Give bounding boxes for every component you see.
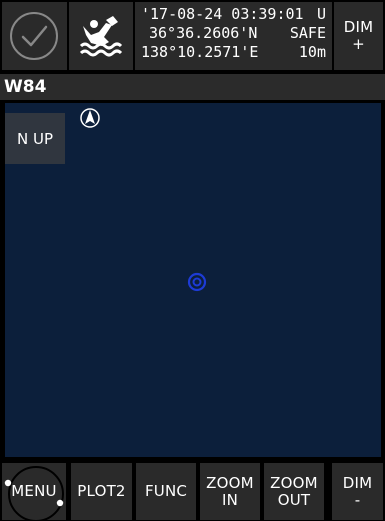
man-overboard-icon bbox=[79, 16, 123, 57]
longitude-text: 138°10.2571'E bbox=[141, 43, 259, 61]
orientation-label: N UP bbox=[16, 129, 53, 148]
dim-minus-button[interactable]: DIM - bbox=[332, 463, 383, 520]
menu-button[interactable]: MENU bbox=[2, 463, 66, 520]
confirm-button[interactable] bbox=[2, 2, 67, 70]
zoom-in-label: ZOOM bbox=[206, 473, 254, 492]
orientation-button[interactable]: N UP bbox=[5, 113, 65, 164]
dim-minus-sign: - bbox=[354, 490, 361, 509]
dim-minus-label: DIM bbox=[342, 473, 373, 492]
plot2-button[interactable]: PLOT2 bbox=[71, 463, 132, 520]
dim-plus-sign: + bbox=[352, 35, 365, 53]
station-label: W84 bbox=[4, 77, 47, 97]
zoom-in-sublabel: IN bbox=[221, 490, 239, 509]
own-position-marker-icon bbox=[187, 272, 207, 292]
plot2-label: PLOT2 bbox=[77, 482, 126, 500]
func-label: FUNC bbox=[144, 482, 188, 500]
gps-status-panel: '17-08-24 03:39:01 U 36°36.2606'N SAFE 1… bbox=[135, 2, 332, 70]
zoom-out-sublabel: OUT bbox=[277, 490, 311, 509]
latitude-text: 36°36.2606'N bbox=[149, 24, 258, 42]
map-area[interactable]: N UP bbox=[5, 103, 381, 457]
zoom-in-button[interactable]: ZOOM IN bbox=[200, 463, 260, 520]
man-overboard-button[interactable] bbox=[69, 2, 133, 70]
top-bar: '17-08-24 03:39:01 U 36°36.2606'N SAFE 1… bbox=[0, 0, 385, 72]
dim-plus-button[interactable]: DIM + bbox=[334, 2, 383, 70]
func-button[interactable]: FUNC bbox=[136, 463, 196, 520]
zoom-out-button[interactable]: ZOOM OUT bbox=[264, 463, 324, 520]
checkmark-circle-icon bbox=[10, 12, 58, 60]
safety-status: SAFE bbox=[289, 24, 326, 42]
zoom-out-label: ZOOM bbox=[270, 473, 318, 492]
accuracy-text: 10m bbox=[298, 43, 326, 61]
utc-flag: U bbox=[316, 5, 326, 23]
station-bar: W84 bbox=[0, 74, 385, 100]
bottom-toolbar: MENU PLOT2 FUNC ZOOM IN ZOOM OUT DIM - bbox=[0, 461, 385, 521]
menu-label: MENU bbox=[11, 482, 57, 500]
datetime-text: '17-08-24 03:39:01 bbox=[141, 5, 304, 23]
dim-plus-label: DIM bbox=[343, 18, 374, 36]
north-arrow-icon bbox=[80, 108, 100, 128]
